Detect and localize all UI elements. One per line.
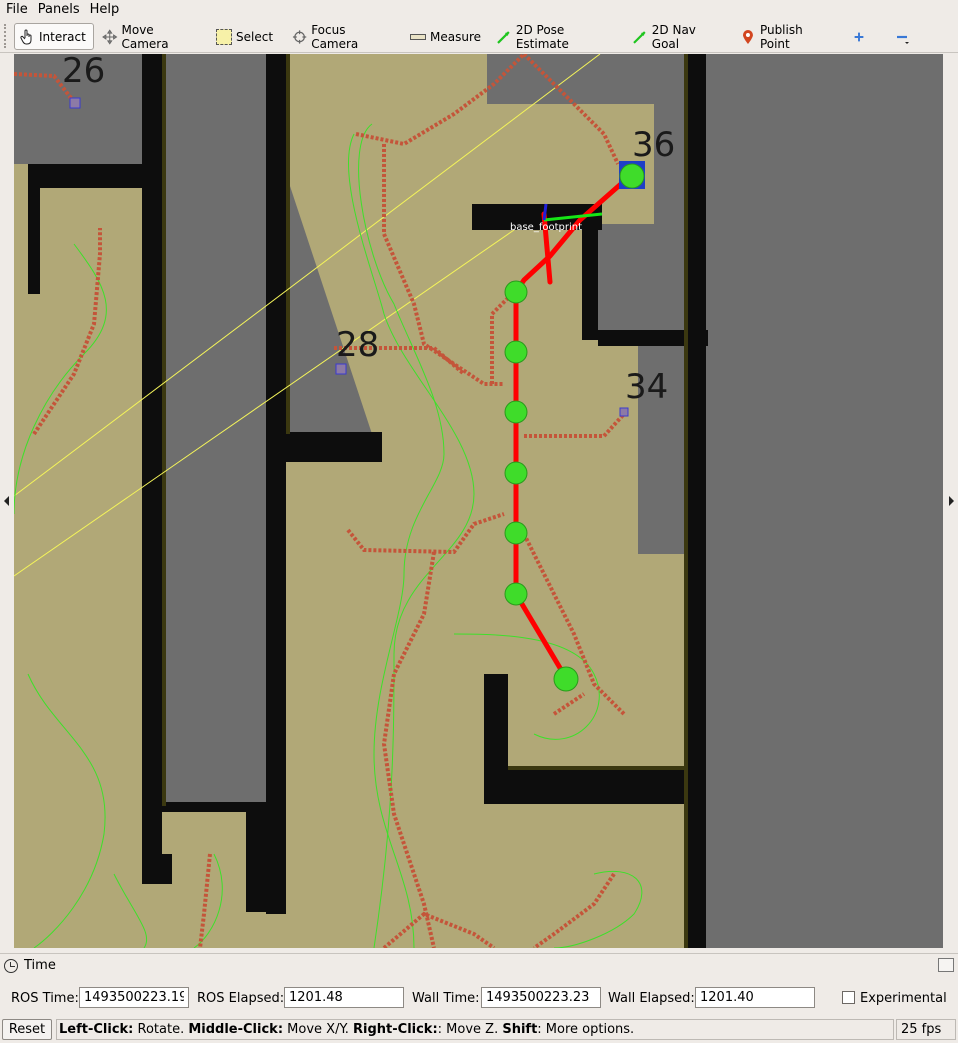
expand-right-panel-arrow-icon[interactable] <box>949 496 954 506</box>
clock-icon <box>4 959 18 973</box>
move-arrows-icon <box>102 28 118 45</box>
wall-elapsed-field[interactable] <box>695 987 815 1008</box>
time-panel-title: Time <box>24 958 56 973</box>
interact-tool-button[interactable]: Interact <box>14 23 94 50</box>
publish-point-tool-label: Publish Point <box>759 22 803 51</box>
select-tool-button[interactable]: Select <box>212 23 278 50</box>
publish-point-tool-button[interactable]: Publish Point <box>736 22 836 51</box>
minus-icon <box>897 35 909 44</box>
pose-estimate-tool-button[interactable]: 2D Pose Estimate <box>492 22 620 51</box>
render-viewport[interactable]: 26 28 34 36 base_footprint <box>14 54 943 948</box>
add-tool-button[interactable] <box>848 23 870 50</box>
green-arrow-icon <box>497 30 510 44</box>
frame-label-base-footprint: base_footprint <box>510 222 582 233</box>
interact-tool-label: Interact <box>39 29 86 44</box>
occupancy-map[interactable]: 26 28 34 36 base_footprint <box>14 54 943 948</box>
ros-elapsed-field[interactable] <box>284 987 404 1008</box>
undock-panel-button[interactable] <box>938 958 954 972</box>
tool-toolbar: Interact Move Camera Select Focus Camera… <box>0 19 958 53</box>
nav-goal-tool-button[interactable]: 2D Nav Goal <box>628 22 726 51</box>
move-camera-tool-label: Move Camera <box>121 22 169 51</box>
measure-tool-label: Measure <box>430 29 481 44</box>
status-bar: Reset Left-Click: Rotate. Middle-Click: … <box>0 1017 958 1043</box>
experimental-label: Experimental <box>860 991 947 1006</box>
region-label-28: 28 <box>336 325 379 365</box>
region-label-34: 34 <box>625 367 668 407</box>
waypoint <box>504 461 528 485</box>
hint-move-xy: Move X/Y. <box>283 1022 354 1037</box>
focus-camera-tool-button[interactable]: Focus Camera <box>288 22 392 51</box>
wall-elapsed-label: Wall Elapsed: <box>608 991 695 1006</box>
nav-goal-tool-label: 2D Nav Goal <box>651 22 696 51</box>
measure-tool-button[interactable]: Measure <box>406 23 484 50</box>
waypoint <box>504 521 528 545</box>
menu-panels[interactable]: Panels <box>32 2 84 17</box>
hint-move-z: : Move Z. <box>437 1022 503 1037</box>
hint-middle-click: Middle-Click: <box>188 1022 284 1037</box>
waypoint <box>504 340 528 364</box>
map-pin-icon <box>742 29 753 44</box>
wall-time-field[interactable] <box>481 987 601 1008</box>
ros-elapsed-label: ROS Elapsed: <box>197 991 285 1006</box>
region-label-26: 26 <box>62 54 105 91</box>
pose-estimate-tool-label: 2D Pose Estimate <box>515 22 569 51</box>
hint-rotate: Rotate. <box>133 1022 189 1037</box>
fps-counter: 25 fps <box>896 1019 956 1040</box>
toolbar-grip-handle[interactable] <box>4 24 10 48</box>
waypoint <box>504 582 528 606</box>
wall-time-label: Wall Time: <box>412 991 480 1006</box>
plus-icon <box>854 32 864 41</box>
remove-tool-button[interactable] <box>890 23 916 50</box>
green-arrow-icon <box>633 30 646 44</box>
selection-box-icon <box>216 28 232 45</box>
time-panel: Time ROS Time: ROS Elapsed: Wall Time: W… <box>0 953 958 1015</box>
ros-time-label: ROS Time: <box>11 991 79 1006</box>
menu-bar: File Panels Help <box>0 0 958 19</box>
hint-right-click: Right-Click: <box>353 1022 438 1037</box>
ros-time-field[interactable] <box>79 987 189 1008</box>
interaction-hint: Left-Click: Rotate. Middle-Click: Move X… <box>56 1019 894 1040</box>
expand-left-panel-arrow-icon[interactable] <box>4 496 9 506</box>
hint-left-click: Left-Click: <box>59 1022 134 1037</box>
menu-file[interactable]: File <box>0 2 32 17</box>
waypoint <box>553 666 579 692</box>
hand-pointer-icon <box>20 29 32 44</box>
menu-help[interactable]: Help <box>84 2 124 17</box>
reset-button[interactable]: Reset <box>2 1019 52 1040</box>
waypoint <box>504 280 528 304</box>
hint-more: : More options. <box>537 1022 635 1037</box>
move-camera-tool-button[interactable]: Move Camera <box>98 22 202 51</box>
waypoint <box>504 400 528 424</box>
waypoint <box>619 163 645 189</box>
ruler-icon <box>410 34 426 40</box>
hint-shift: Shift <box>502 1022 538 1037</box>
focus-camera-tool-label: Focus Camera <box>311 22 359 51</box>
select-tool-label: Select <box>236 29 274 44</box>
experimental-checkbox[interactable] <box>842 991 855 1004</box>
crosshair-icon <box>292 29 307 44</box>
region-label-36: 36 <box>632 125 675 165</box>
